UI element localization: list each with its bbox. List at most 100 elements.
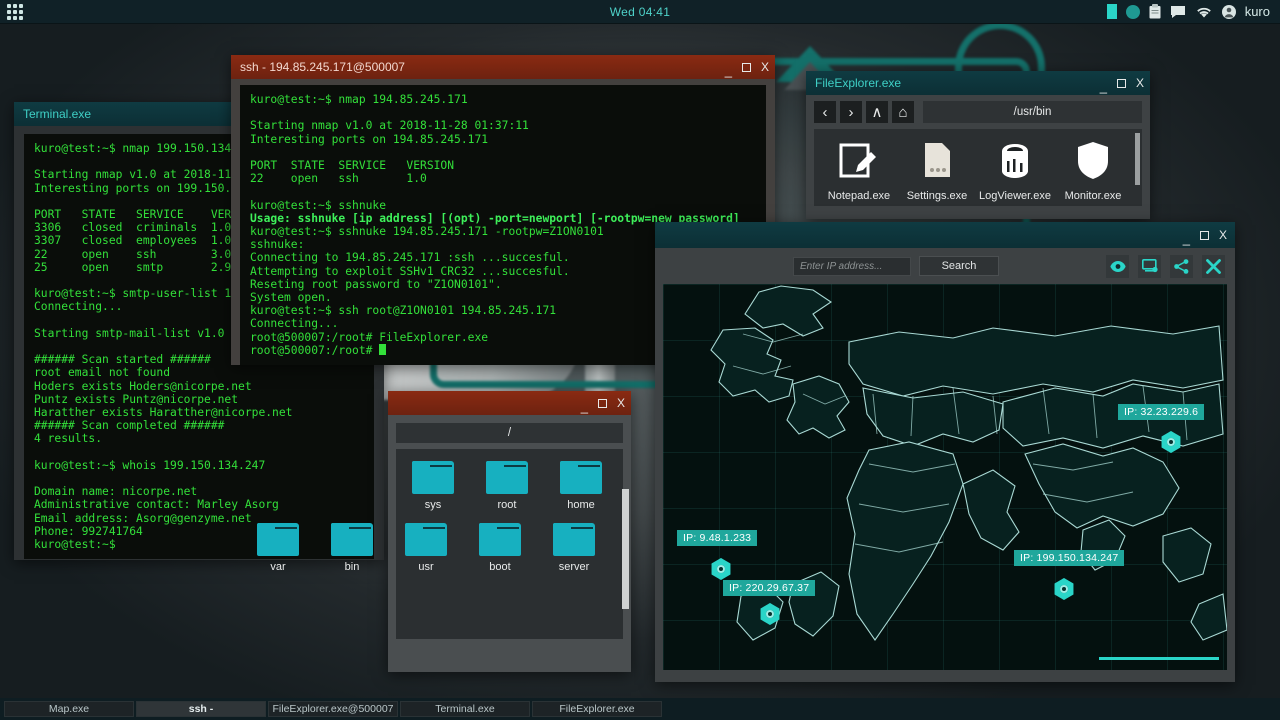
titlebar-map[interactable]: _ X <box>655 222 1235 248</box>
folder-item[interactable]: boot <box>463 511 537 573</box>
folder-icon <box>479 523 521 556</box>
path-bar[interactable]: /usr/bin <box>923 101 1142 123</box>
terminal-line: Haratther exists Haratther@nicorpe.net <box>34 406 293 420</box>
folder-icon <box>553 523 595 556</box>
battery-icon[interactable] <box>1106 4 1117 19</box>
window-file-explorer-1[interactable]: FileExplorer.exe _ X ‹ › ∧ ⌂ /usr/bin No… <box>806 71 1150 219</box>
file-explorer-2-grid: sys root home var bin usr boot server <box>257 449 629 639</box>
terminal-line: 22 open ssh 1.0 <box>250 172 427 186</box>
file-explorer-1-grid: Notepad.exe Settings.exe LogViewer.exe Moni… <box>814 129 1142 206</box>
minimize-button[interactable]: _ <box>1183 232 1190 245</box>
minimize-button[interactable]: _ <box>1100 80 1107 93</box>
window-controls[interactable]: _ X <box>725 61 769 77</box>
maximize-button[interactable] <box>1199 230 1209 240</box>
terminal-line: kuro@test:~$ sshnuke <box>250 198 387 212</box>
scrollbar-vertical[interactable] <box>1135 133 1140 185</box>
maximize-button[interactable] <box>597 398 607 408</box>
minimize-button[interactable]: _ <box>725 64 732 77</box>
window-map[interactable]: _ X Enter IP address... Search IP: 32.23… <box>655 222 1235 682</box>
close-button[interactable]: X <box>617 397 625 409</box>
terminal-line: Administrative contact: Marley Asorg <box>34 498 279 512</box>
file-item-label: Settings.exe <box>906 190 968 202</box>
path-bar[interactable]: / <box>396 423 623 443</box>
folder-item-label: bin <box>344 561 360 573</box>
map-node-marker[interactable] <box>1160 431 1182 453</box>
close-button[interactable]: X <box>1219 229 1227 241</box>
window-controls[interactable]: _ X <box>1100 77 1144 93</box>
up-icon[interactable]: ∧ <box>866 101 888 123</box>
scrollbar-horizontal[interactable] <box>1099 657 1219 660</box>
system-clock: Wed 04:41 <box>609 4 671 19</box>
maximize-button[interactable] <box>1116 78 1126 88</box>
system-tray: kuro <box>1106 4 1280 19</box>
map-node-marker[interactable] <box>710 558 732 580</box>
taskbar-item[interactable]: ssh - <box>136 701 266 717</box>
file-item[interactable]: Monitor.exe <box>1054 139 1132 202</box>
circle-indicator-icon[interactable] <box>1125 4 1140 19</box>
taskbar-item[interactable]: Terminal.exe <box>400 701 530 717</box>
back-icon[interactable]: ‹ <box>814 101 836 123</box>
file-item[interactable]: Settings.exe <box>898 139 976 202</box>
folder-item[interactable]: server <box>537 511 611 573</box>
taskbar-item-label: FileExplorer.exe <box>559 703 635 715</box>
window-controls[interactable]: _ X <box>1183 229 1227 245</box>
taskbar-item[interactable]: Map.exe <box>4 701 134 717</box>
terminal-line: 4 results. <box>34 432 103 446</box>
folder-item[interactable]: var <box>241 511 315 573</box>
map-ip-label[interactable]: IP: 220.29.67.37 <box>723 580 816 596</box>
wifi-icon[interactable] <box>1195 5 1213 19</box>
folder-item[interactable]: root <box>470 449 544 511</box>
search-button[interactable]: Search <box>919 256 999 276</box>
scrollbar-vertical[interactable] <box>622 489 629 609</box>
hexagon-node-icon <box>1054 578 1074 600</box>
monitor-icon[interactable] <box>1138 254 1161 278</box>
ip-search-input[interactable]: Enter IP address... <box>793 256 911 276</box>
home-icon[interactable]: ⌂ <box>892 101 914 123</box>
titlebar-file-explorer-2[interactable]: _ X <box>388 391 631 415</box>
window-title: ssh - 194.85.245.171@500007 <box>240 60 405 74</box>
file-item[interactable]: LogViewer.exe <box>976 139 1054 202</box>
taskbar-item-label: Terminal.exe <box>435 703 495 715</box>
forward-icon[interactable]: › <box>840 101 862 123</box>
taskbar-item[interactable]: FileExplorer.exe <box>532 701 662 717</box>
map-node-marker[interactable] <box>759 603 781 625</box>
folder-icon <box>257 523 299 556</box>
terminal-line: Domain name: nicorpe.net <box>34 485 198 499</box>
file-item-label: LogViewer.exe <box>979 190 1051 202</box>
map-canvas[interactable]: IP: 32.23.229.6 IP: 9.48.1.233 IP: 220.29.… <box>663 284 1227 670</box>
map-tool-icons <box>1106 254 1225 278</box>
username-label[interactable]: kuro <box>1245 4 1270 19</box>
map-ip-label[interactable]: IP: 32.23.229.6 <box>1118 404 1205 420</box>
window-controls[interactable]: _ X <box>581 397 625 413</box>
map-node-marker[interactable] <box>1053 578 1075 600</box>
folder-item[interactable]: bin <box>315 511 389 573</box>
user-icon[interactable] <box>1221 4 1236 19</box>
folder-item-label: root <box>497 499 517 511</box>
close-button[interactable]: X <box>1136 77 1144 89</box>
settings-file-icon <box>898 139 976 184</box>
hexagon-node-icon <box>760 603 780 625</box>
minimize-button[interactable]: _ <box>581 400 588 413</box>
terminal-line: Hoders exists Hoders@nicorpe.net <box>34 379 252 393</box>
titlebar-ssh[interactable]: ssh - 194.85.245.171@500007 _ X <box>231 55 775 79</box>
folder-item[interactable]: home <box>544 449 618 511</box>
file-item[interactable]: Notepad.exe <box>820 139 898 202</box>
titlebar-file-explorer-1[interactable]: FileExplorer.exe _ X <box>806 71 1150 95</box>
disconnect-x-icon[interactable] <box>1202 254 1225 278</box>
share-network-icon[interactable] <box>1170 254 1193 278</box>
window-file-explorer-2[interactable]: _ X / sys root home var bin usr boot server <box>257 391 631 672</box>
eye-icon[interactable] <box>1106 254 1129 278</box>
maximize-button[interactable] <box>741 62 751 72</box>
close-button[interactable]: X <box>761 61 769 73</box>
map-ip-label[interactable]: IP: 9.48.1.233 <box>677 530 758 546</box>
clipboard-icon[interactable] <box>1149 4 1161 19</box>
folder-item[interactable]: sys <box>396 449 470 511</box>
chat-icon[interactable] <box>1170 5 1186 19</box>
taskbar-item-label: Map.exe <box>48 703 90 715</box>
map-ip-label[interactable]: IP: 199.150.134.247 <box>1014 550 1125 566</box>
taskbar-item[interactable]: FileExplorer.exe@500007 <box>268 701 398 717</box>
folder-item[interactable]: usr <box>389 511 463 573</box>
folder-icon <box>486 461 528 494</box>
